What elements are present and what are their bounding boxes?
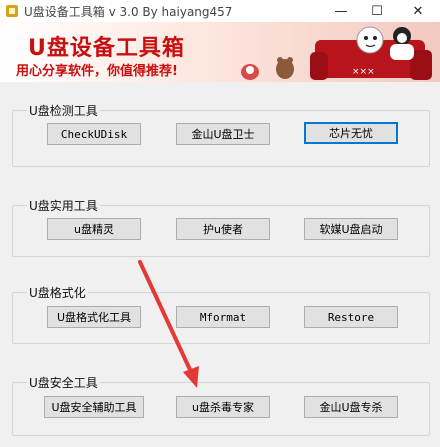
kingsoft-udisk-killer-button[interactable]: 金山U盘专杀 — [304, 396, 398, 418]
group-label-detect: U盘检测工具 — [27, 102, 100, 119]
banner-slogan: 用心分享软件，你值得推荐! — [16, 64, 178, 79]
banner-illustration: ××× — [241, 26, 432, 80]
chip-wuyou-button[interactable]: 芯片无忧 — [304, 122, 398, 144]
group-label-format: U盘格式化 — [27, 284, 88, 301]
app-icon — [6, 5, 18, 17]
udisk-format-tool-button[interactable]: U盘格式化工具 — [47, 306, 141, 328]
udisk-antivirus-expert-button[interactable]: u盘杀毒专家 — [176, 396, 270, 418]
hu-u-shizhe-button[interactable]: 护u使者 — [176, 218, 270, 240]
window-title: U盘设备工具箱 v 3.0 By haiyang457 — [24, 5, 233, 19]
close-button[interactable]: ✕ — [402, 0, 434, 22]
svg-text:×××: ××× — [352, 67, 375, 77]
group-label-security: U盘安全工具 — [27, 374, 100, 391]
maximize-button[interactable]: ☐ — [361, 0, 393, 22]
checkudisk-button[interactable]: CheckUDisk — [47, 123, 141, 145]
ruanmei-boot-button[interactable]: 软媒U盘启动 — [304, 218, 398, 240]
udisk-elf-button[interactable]: u盘精灵 — [47, 218, 141, 240]
banner-title: U盘设备工具箱 — [28, 36, 185, 61]
group-label-utility: U盘实用工具 — [27, 197, 100, 214]
mformat-button[interactable]: Mformat — [176, 306, 270, 328]
kingsoft-udisk-guard-button[interactable]: 金山U盘卫士 — [176, 123, 270, 145]
minimize-button[interactable]: — — [325, 0, 357, 22]
restore-button[interactable]: Restore — [304, 306, 398, 328]
header-banner: U盘设备工具箱 用心分享软件，你值得推荐! ××× — [0, 22, 440, 82]
udisk-security-helper-button[interactable]: U盘安全辅助工具 — [44, 396, 144, 418]
app-window: U盘设备工具箱 v 3.0 By haiyang457 — ☐ ✕ U盘设备工具… — [0, 0, 440, 447]
title-bar: U盘设备工具箱 v 3.0 By haiyang457 — ☐ ✕ — [0, 0, 440, 22]
